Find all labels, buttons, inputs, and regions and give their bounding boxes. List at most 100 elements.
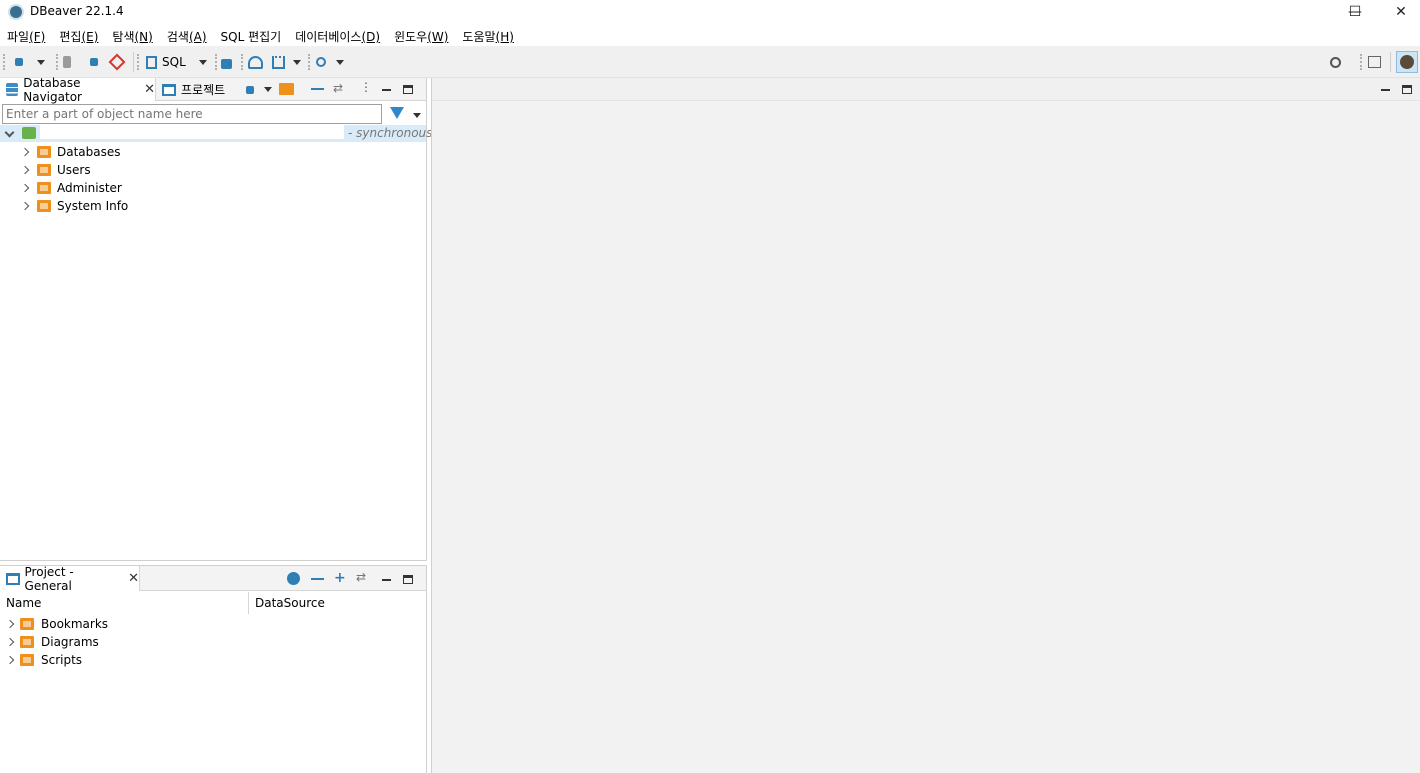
dbeaver-perspective-button[interactable] <box>1396 51 1418 73</box>
tree-node-system-info[interactable]: System Info <box>0 197 426 215</box>
tree-node-databases[interactable]: Databases <box>0 143 426 161</box>
reconnect-button[interactable] <box>87 53 101 71</box>
node-label: Databases <box>57 145 121 159</box>
close-icon[interactable]: ✕ <box>128 571 139 586</box>
tab-projects[interactable]: 프로젝트 <box>158 78 236 101</box>
toolbar-grip[interactable] <box>137 54 139 70</box>
search-toolbar-button[interactable] <box>316 53 326 71</box>
sql-script-icon <box>146 55 157 69</box>
minimize-editor-button[interactable] <box>1381 88 1390 91</box>
open-perspective-button[interactable] <box>1368 53 1381 71</box>
dbeaver-logo-icon <box>8 4 24 20</box>
navigator-tab-row: Database Navigator ✕ 프로젝트 ⇄ ⋮ <box>0 76 426 104</box>
project-icon <box>6 572 20 585</box>
toolbar-grip[interactable] <box>241 54 243 70</box>
view-menu-icon[interactable]: ⋮ <box>360 80 374 94</box>
sql-editor-dropdown[interactable] <box>199 53 207 71</box>
tab-project-general[interactable]: Project - General ✕ <box>0 565 140 593</box>
data-transfer-dropdown[interactable] <box>293 53 301 71</box>
close-button[interactable]: ✕ <box>1378 0 1420 24</box>
editor-tab-row <box>432 78 1420 101</box>
connection-node[interactable]: - synchronous <box>0 125 432 142</box>
menu-sql-editor[interactable]: SQL 편집기 <box>214 26 289 46</box>
toolbar-grip[interactable] <box>1360 54 1362 70</box>
new-folder-button[interactable] <box>279 83 294 97</box>
search-icon <box>1330 56 1341 68</box>
collapse-all-button[interactable] <box>311 578 324 580</box>
plug-plus-icon <box>243 83 257 97</box>
link-with-editor-icon[interactable]: ⇄ <box>333 81 347 95</box>
collapse-all-button[interactable] <box>311 88 324 90</box>
connect-button[interactable] <box>63 53 71 71</box>
new-connection-panel-dropdown[interactable] <box>264 87 278 101</box>
chevron-right-icon[interactable] <box>20 183 30 193</box>
dashboard-button[interactable] <box>248 53 263 71</box>
chevron-down-icon[interactable] <box>4 127 15 138</box>
tree-node-administer[interactable]: Administer <box>0 179 426 197</box>
maximize-button[interactable]: ☐ <box>1332 0 1378 24</box>
toolbar-grip[interactable] <box>3 54 5 70</box>
chevron-right-icon[interactable] <box>20 147 30 157</box>
menu-search[interactable]: 검색(A) <box>160 26 214 46</box>
global-search-button[interactable] <box>1330 53 1341 71</box>
data-transfer-button[interactable] <box>272 53 285 71</box>
toolbar-grip[interactable] <box>308 54 310 70</box>
filter-dropdown[interactable] <box>413 113 421 118</box>
node-label: Diagrams <box>41 635 99 649</box>
new-connection-dropdown[interactable] <box>37 53 45 71</box>
expand-all-icon[interactable]: + <box>334 570 348 586</box>
filter-icon[interactable] <box>390 107 404 119</box>
menu-edit[interactable]: 편집(E) <box>52 26 105 46</box>
tab-label: 프로젝트 <box>181 83 226 97</box>
menu-database[interactable]: 데이터베이스(D) <box>288 26 387 46</box>
chevron-down-icon <box>264 87 272 92</box>
node-label: Bookmarks <box>41 617 109 631</box>
column-header-name[interactable]: Name <box>0 592 41 614</box>
project-node-diagrams[interactable]: Diagrams <box>0 633 426 651</box>
project-general-panel: Project - General ✕ + ⇄ Name DataSource … <box>0 565 427 773</box>
plug-icon <box>63 56 71 68</box>
disconnect-button[interactable] <box>108 53 126 71</box>
project-node-bookmarks[interactable]: Bookmarks <box>0 615 426 633</box>
menu-help[interactable]: 도움말(H) <box>455 26 521 46</box>
gear-icon[interactable] <box>287 572 300 585</box>
new-connection-button[interactable] <box>12 53 26 71</box>
plug-plus-icon <box>12 55 26 69</box>
object-filter-input[interactable] <box>2 104 382 124</box>
chevron-right-icon[interactable] <box>20 165 30 175</box>
menu-navigate[interactable]: 탐색(N) <box>105 26 159 46</box>
close-icon[interactable]: ✕ <box>144 82 155 97</box>
maximize-editor-button[interactable] <box>1402 85 1412 94</box>
chevron-right-icon[interactable] <box>5 655 15 665</box>
chevron-right-icon[interactable] <box>5 619 15 629</box>
link-with-editor-icon[interactable]: ⇄ <box>356 570 370 584</box>
project-node-scripts[interactable]: Scripts <box>0 651 426 669</box>
maximize-panel-button[interactable] <box>403 85 413 94</box>
node-label: System Info <box>57 199 129 213</box>
toolbar-grip[interactable] <box>215 54 217 70</box>
maximize-panel-button[interactable] <box>403 575 413 584</box>
connection-name-redacted <box>40 125 344 139</box>
minimize-panel-button[interactable] <box>382 578 391 581</box>
search-toolbar-dropdown[interactable] <box>336 53 344 71</box>
editor-window-controls <box>1381 85 1412 94</box>
menu-file[interactable]: 파일(F) <box>0 26 52 46</box>
chevron-right-icon[interactable] <box>5 637 15 647</box>
tree-node-users[interactable]: Users <box>0 161 426 179</box>
editor-area <box>431 78 1420 773</box>
database-icon <box>6 83 19 96</box>
chevron-down-icon <box>413 113 421 118</box>
menu-window[interactable]: 윈도우(W) <box>387 26 455 46</box>
tab-database-navigator[interactable]: Database Navigator ✕ <box>0 76 156 104</box>
navigator-filter-row <box>0 103 426 125</box>
system-info-folder-icon <box>37 200 51 212</box>
sql-editor-button[interactable]: SQL <box>146 53 186 71</box>
column-header-datasource[interactable]: DataSource <box>249 592 325 614</box>
toolbar-grip[interactable] <box>56 54 58 70</box>
title-bar: DBeaver 22.1.4 — ☐ ✕ <box>0 0 1420 24</box>
new-connection-panel-button[interactable] <box>243 83 257 97</box>
transaction-lock-button[interactable] <box>221 53 232 71</box>
minimize-panel-button[interactable] <box>382 88 391 91</box>
chevron-right-icon[interactable] <box>20 201 30 211</box>
open-perspective-icon <box>1368 56 1381 68</box>
